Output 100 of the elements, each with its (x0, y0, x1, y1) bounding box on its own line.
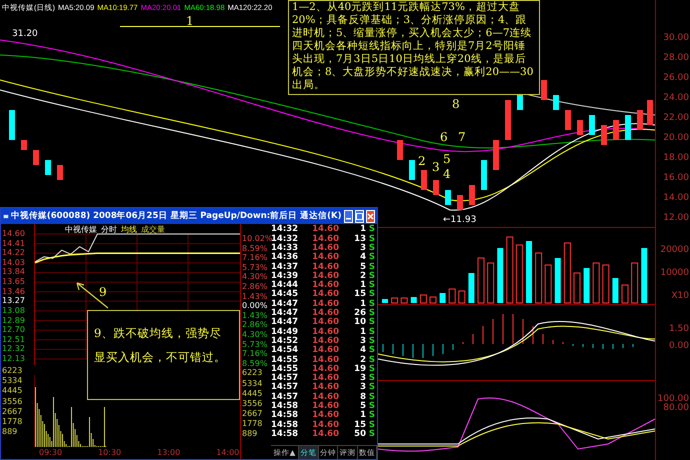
candle (469, 185, 475, 205)
tick-time: 14:36 (271, 253, 300, 262)
candle (493, 140, 499, 170)
volume-axis-label: 2667 (242, 409, 264, 420)
tick-price: 14.60 (311, 364, 339, 374)
tick-price: 14.60 (311, 430, 339, 438)
stock-name-label: 中视传媒 (65, 224, 97, 236)
tick-price: 14.60 (311, 253, 339, 262)
volume-bar (544, 264, 552, 304)
tick-volume: 1 (359, 328, 366, 336)
tick-time: 14:55 (271, 356, 300, 364)
price-axis-label: 13.08 (2, 306, 25, 316)
volume-unit-label: X10 (670, 292, 689, 301)
volume-axis-label: 5334 (2, 376, 24, 386)
callout-note: 9、跌不破均线，强势尽显买入机会，不可错过。 (87, 310, 240, 400)
volume-axis-label: 3556 (242, 398, 264, 410)
price-axis-label: 14.22 (2, 248, 25, 258)
tick-price: 14.60 (311, 244, 339, 252)
tick-time: 14:32 (271, 225, 300, 234)
tick-side: S (368, 300, 375, 308)
tick-price: 14.60 (311, 318, 339, 327)
step-number: 8 (452, 96, 460, 113)
candle (57, 165, 63, 180)
volume-axis-label: 889 (2, 427, 18, 438)
tick-price: 14.60 (311, 420, 339, 430)
volume-bar (420, 294, 427, 304)
tick-volume: 8 (359, 392, 366, 402)
time-axis-label: 09:30 (39, 447, 62, 459)
volume-axis-label: 4445 (2, 386, 24, 397)
volume-bar (622, 284, 628, 304)
candle (433, 180, 439, 195)
percent-axis-label: 1.43% (242, 310, 268, 320)
time-axis-label: 13:00 (157, 447, 180, 459)
tick-time: 14:52 (271, 336, 300, 346)
tick-price: 14.60 (311, 225, 339, 234)
tick-volume: 3 (359, 336, 366, 346)
price-axis-label: 12.00 (662, 214, 689, 223)
price-axis-label: 20.00 (662, 134, 689, 143)
tick-time: 14:32 (271, 234, 300, 244)
tick-price: 14.60 (311, 374, 339, 383)
volume-axis-label: 2667 (2, 406, 24, 417)
tick-time: 14:57 (271, 383, 300, 392)
callout-arrow (75, 281, 110, 309)
percent-axis-label: 4.30% (242, 272, 268, 282)
maximize-icon (356, 212, 363, 220)
volume-legend: 成交量 (141, 224, 165, 236)
tick-time: 14:47 (271, 318, 300, 327)
volume-axis-label: 1778 (242, 419, 264, 430)
percent-axis-label: 7.16% (242, 349, 268, 359)
price-axis-label: 12.32 (2, 344, 25, 354)
tick-side: S (368, 430, 375, 438)
candle (577, 120, 583, 135)
volume-axis-label: 6223 (242, 368, 264, 378)
tick-side: S (368, 420, 375, 430)
tick-time: 14:57 (271, 374, 300, 383)
tick-time: 14:49 (271, 328, 300, 336)
window-title: 中视传媒(600088) 2008年06月25日 星期三 PageUp/Down:前后日 通达信(K) (10, 210, 342, 222)
price-axis-label: 13.65 (2, 277, 25, 288)
tick-time: 14:57 (271, 392, 300, 402)
price-axis-label: 28.00 (662, 54, 689, 63)
price-axis-label: 26.00 (662, 74, 689, 83)
close-button[interactable] (366, 210, 376, 222)
tick-time: 14:37 (271, 262, 300, 272)
tick-side: S (368, 392, 375, 402)
tick-time: 14:33 (271, 244, 300, 252)
tick-side: S (368, 336, 375, 346)
tick-time: 14:47 (271, 300, 300, 308)
annotation-note: 1—2、从40元跌到11元跌幅达73%，超过大盘20%；具备反弹基础；3、分析涨停原因；4、跟进时机；5、缩量涨停，买入机会太少；6—7连续四天机会各种短线指标向上，特别是7月2号阳锤头出现，7月3日5日10日均线上穿20线，是最后机会；8、大盘形势不好速战速决，赢利20——30出局。 (288, 0, 540, 95)
price-axis-label: 18.00 (662, 154, 689, 163)
volume-bar (410, 297, 417, 303)
minimize-button[interactable] (344, 210, 353, 222)
maximize-button[interactable] (354, 210, 364, 222)
candle (613, 120, 619, 140)
tick-time: 14:39 (271, 272, 300, 280)
tick-side: S (368, 356, 375, 364)
volume-axis-label: 5334 (242, 378, 264, 389)
tick-side: S (368, 272, 375, 280)
candle (541, 80, 547, 100)
tick-side: S (368, 383, 375, 392)
volume-bar (554, 258, 561, 303)
price-axis-label: 12.13 (2, 354, 25, 364)
tick-price: 14.60 (311, 402, 339, 411)
tick-volume: 5 (359, 262, 366, 272)
percent-axis-label: 4.30% (242, 330, 268, 340)
tick-volume: 1 (359, 225, 366, 234)
tick-volume: 26 (353, 309, 366, 318)
volume-bar (584, 268, 590, 303)
time-axis-label: 14:00 (216, 447, 240, 459)
candle (45, 160, 51, 175)
price-axis-label: 12.51 (2, 334, 25, 345)
tick-volume: 4 (359, 346, 366, 355)
tick-time: 14:47 (271, 309, 300, 318)
candle (589, 115, 595, 135)
volume-bar (468, 273, 474, 303)
volume-bar (448, 288, 456, 304)
price-axis-label: 14.03 (2, 258, 25, 268)
tick-volume: 15 (353, 420, 366, 430)
candle (637, 110, 643, 130)
volume-bar (612, 278, 618, 303)
macd-axis-label: 1.50 (668, 325, 689, 334)
